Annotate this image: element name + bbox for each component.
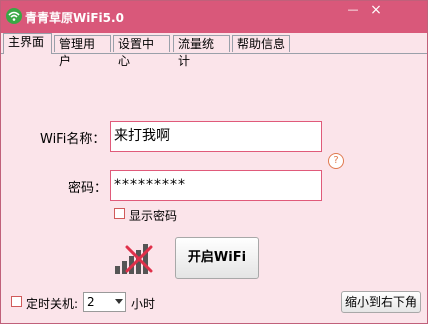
wifi-app-icon xyxy=(6,8,22,24)
timer-shutdown-label: 定时关机: xyxy=(26,297,79,311)
password-label: 密码： xyxy=(68,181,108,196)
tab-bar: 主界面 管理用户 设置中心 流量统计 帮助信息 xyxy=(1,33,427,68)
timer-unit-label: 小时 xyxy=(131,297,156,311)
tab-main[interactable]: 主界面 xyxy=(3,33,52,54)
signal-off-icon xyxy=(115,244,153,274)
password-input[interactable]: ********* xyxy=(110,170,322,201)
wifi-name-label: WiFi名称： xyxy=(40,132,106,147)
tab-help[interactable]: 帮助信息 xyxy=(232,35,290,52)
close-button[interactable]: × xyxy=(367,3,385,17)
window-title: 青青草原WiFi5.0 xyxy=(25,11,124,25)
wifi-name-input[interactable]: 来打我啊 xyxy=(110,121,322,152)
show-password-label: 显示密码 xyxy=(129,209,178,223)
minimize-to-tray-button[interactable]: 缩小到右下角 xyxy=(341,291,421,313)
tab-traffic-stats[interactable]: 流量统计 xyxy=(173,35,230,68)
help-icon[interactable]: ? xyxy=(328,153,344,169)
show-password-checkbox[interactable] xyxy=(114,208,125,219)
chevron-down-icon[interactable] xyxy=(115,299,123,304)
tab-manage-users[interactable]: 管理用户 xyxy=(54,35,111,68)
minimize-button[interactable]: — xyxy=(344,3,362,17)
tab-settings[interactable]: 设置中心 xyxy=(113,35,170,68)
timer-hours-value: 2 xyxy=(87,295,95,309)
timer-hours-select[interactable]: 2 xyxy=(83,292,126,312)
title-bar[interactable]: 青青草原WiFi5.0 — × xyxy=(1,1,427,33)
start-wifi-button[interactable]: 开启WiFi xyxy=(175,237,259,279)
main-window: 青青草原WiFi5.0 — × 主界面 管理用户 设置中心 流量统计 帮助信息 … xyxy=(0,0,428,324)
timer-shutdown-checkbox[interactable] xyxy=(11,296,22,307)
